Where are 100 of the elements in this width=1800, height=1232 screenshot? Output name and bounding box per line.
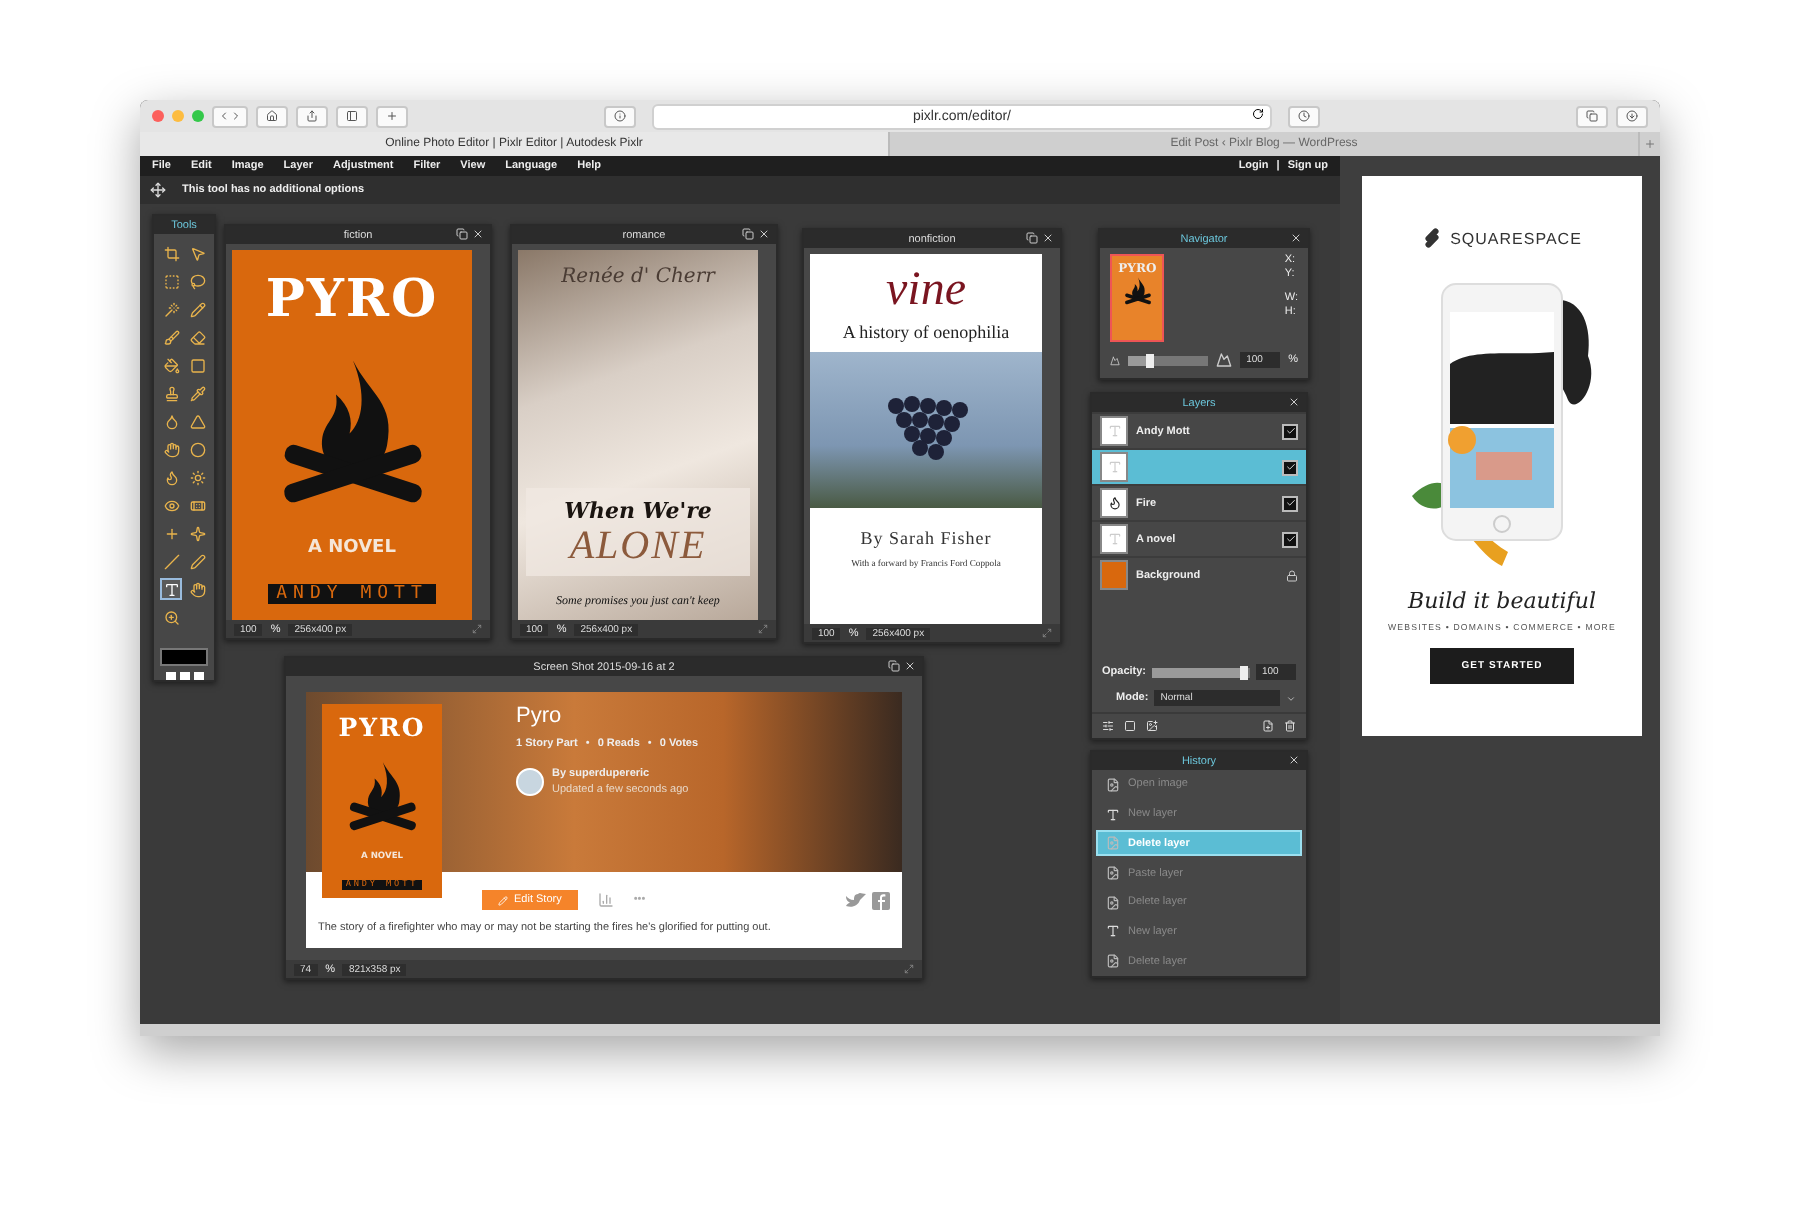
tool-button[interactable] [186,270,208,292]
tool-button[interactable] [160,606,182,628]
tool-button[interactable] [186,438,208,460]
marquee-icon [163,273,179,289]
new-layer-icon [1262,720,1274,732]
lasso-icon [189,273,205,289]
sun-icon [189,469,205,485]
tool-button[interactable] [186,382,208,404]
history-button[interactable] [1288,105,1320,127]
restore-icon [1026,232,1038,244]
cover-title: ALONE [569,524,707,570]
visibility-checkbox[interactable] [1282,531,1298,547]
cover-subtitle: A NOVEL [308,538,396,559]
text-layer-icon [1107,424,1121,438]
tool-button[interactable] [186,410,208,432]
logo-icon [1422,228,1443,248]
crop-icon [163,245,179,261]
drop-icon [163,413,179,429]
pencil-icon [498,895,508,905]
close-icon [904,660,916,672]
zoom-slider[interactable] [1128,355,1209,365]
document-icon [1106,866,1120,881]
close-icon [1042,232,1054,244]
visibility-checkbox[interactable] [1282,459,1298,475]
resize-icon [472,624,482,634]
tool-button[interactable] [186,550,208,572]
cover-title: PYRO [338,715,426,741]
story-title: Pyro [516,704,564,728]
eye-icon [163,497,179,513]
pointer-icon [189,245,205,261]
close-icon [1288,396,1300,408]
back-icon [218,110,230,122]
visibility-checkbox[interactable] [1282,423,1298,439]
stamp-icon [163,385,179,401]
layer-row[interactable] [1092,448,1306,484]
plus-icon [163,525,179,541]
hand-icon [189,581,205,597]
close-icon [1290,232,1302,244]
cover-title: PYRO [265,274,439,326]
visibility-checkbox[interactable] [1282,495,1298,511]
cover-author: ANDY MOTT [268,584,436,604]
sidebar-button[interactable] [336,105,368,127]
brand-name: SQUARESPACE [1450,229,1582,247]
sidebar-icon [346,110,358,122]
sparkle-icon [189,525,205,541]
restore-icon [888,660,900,672]
home-button[interactable] [256,105,288,127]
tool-button[interactable] [160,578,182,600]
swatch-icon[interactable] [179,672,189,680]
document-icon [1106,895,1120,910]
facebook-icon [872,891,890,909]
document-icon [1106,836,1120,851]
swatch-icon[interactable] [165,672,175,680]
tabs-icon [1586,110,1598,122]
tool-button[interactable] [186,326,208,348]
resize-icon [1042,628,1052,638]
cover-title: vine [886,266,966,314]
avatar [516,768,544,796]
tool-button[interactable] [186,242,208,264]
check-icon [1285,498,1295,508]
close-icon [472,228,484,240]
tool-button[interactable] [160,242,182,264]
document-icon [1106,954,1120,969]
line-icon [163,553,179,569]
tool-button[interactable] [160,326,182,348]
info-button[interactable] [604,105,636,127]
large-mountain-icon [1216,352,1233,368]
tool-button[interactable] [160,550,182,572]
tool-button[interactable] [160,354,182,376]
tool-button[interactable] [160,438,182,460]
close-icon [758,228,770,240]
layer-thumbnail [1100,560,1128,590]
zoom-icon [163,609,179,625]
tool-button[interactable] [186,354,208,376]
swatch-icon[interactable] [193,672,203,680]
slider-thumb[interactable] [1146,353,1155,367]
pipette-icon [189,385,205,401]
bandage-icon [189,497,205,513]
tool-button[interactable] [160,270,182,292]
info-icon [614,110,626,122]
cover-subtitle: A history of oenophilia [842,322,1010,342]
resize-icon [758,624,768,634]
flame-icon [163,469,179,485]
cover-title: When We're [564,498,712,524]
slider-thumb[interactable] [1239,665,1248,679]
cover-author: By Sarah Fisher [860,528,992,548]
tool-button[interactable] [186,578,208,600]
downloads-button[interactable] [1616,105,1648,127]
pen-icon [189,553,205,569]
flame-icon [1107,496,1121,510]
tool-button[interactable] [186,298,208,320]
small-mountain-icon [1110,355,1120,365]
color-swatch[interactable] [160,648,208,666]
settings-icon [1102,720,1114,732]
tool-button[interactable] [160,382,182,404]
tool-button[interactable] [186,522,208,544]
download-icon [1626,110,1638,122]
resize-icon [904,964,914,974]
eraser-icon [189,329,205,345]
share-icon [306,110,318,122]
